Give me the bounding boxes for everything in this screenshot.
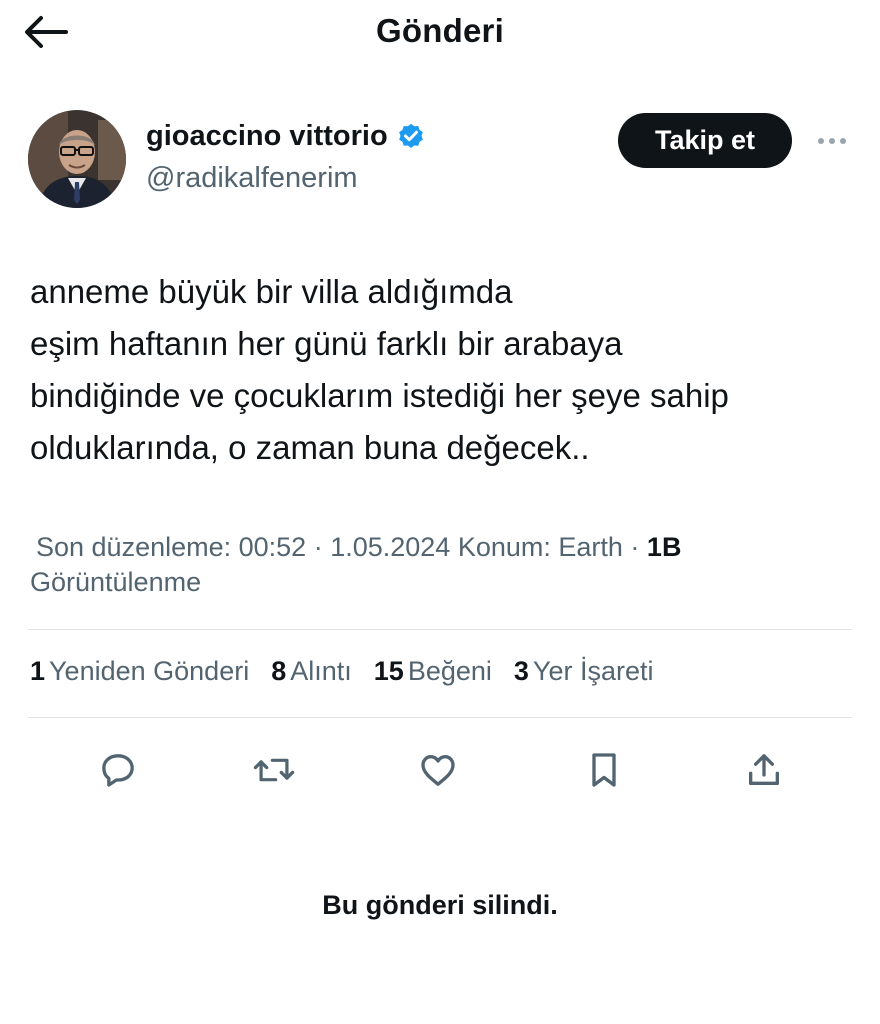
- stat-quotes[interactable]: 8 Alıntı: [271, 656, 352, 687]
- tweet-line: bindiğinde ve çocuklarım istediği her şe…: [30, 377, 729, 414]
- bookmark-button[interactable]: [578, 744, 630, 796]
- bookmark-icon: [592, 753, 616, 787]
- more-options-button[interactable]: [810, 126, 854, 156]
- retweet-icon: [253, 758, 295, 782]
- like-icon: [421, 755, 455, 786]
- views-count: 1B: [646, 532, 682, 562]
- retweet-button[interactable]: [248, 744, 300, 796]
- avatar[interactable]: [28, 110, 126, 208]
- stat-likes[interactable]: 15 Beğeni: [374, 656, 492, 687]
- profile-photo: [28, 110, 126, 208]
- follow-button[interactable]: Takip et: [618, 113, 792, 168]
- share-button[interactable]: [738, 744, 790, 796]
- like-button[interactable]: [412, 744, 464, 796]
- reply-button[interactable]: [92, 744, 144, 796]
- author-name-row[interactable]: gioaccino vittorio: [146, 120, 426, 153]
- share-icon: [749, 754, 779, 785]
- stat-bookmarks[interactable]: 3 Yer İşareti: [514, 656, 654, 687]
- author-handle[interactable]: @radikalfenerim: [146, 162, 358, 195]
- edited-timestamp[interactable]: Son düzenleme: 00:52 · 1.05.2024: [36, 532, 450, 562]
- page-title: Gönderi: [376, 12, 504, 49]
- stat-reposts[interactable]: 1 Yeniden Gönderi: [30, 656, 249, 687]
- author-name: gioaccino vittorio: [146, 120, 388, 152]
- divider: [28, 717, 852, 718]
- more-horizontal-icon: [818, 138, 846, 144]
- divider: [28, 629, 852, 630]
- verified-badge-icon: [398, 123, 423, 148]
- tweet-line: anneme büyük bir villa aldığımda: [30, 273, 513, 310]
- engagement-stats: 1 Yeniden Gönderi 8 Alıntı 15 Beğeni 3 Yer İ…: [30, 656, 654, 687]
- top-bar: Gönderi: [0, 0, 880, 64]
- deleted-notice: Bu gönderi silindi.: [322, 890, 558, 920]
- tweet-meta: Son düzenleme: 00:52 · 1.05.2024 Konum: …: [30, 530, 830, 600]
- tweet-text: anneme büyük bir villa aldığımda eşim ha…: [30, 266, 850, 474]
- tweet-line: eşim haftanın her günü farklı bir arabay…: [30, 325, 623, 362]
- location: Konum: Earth ·: [457, 532, 640, 562]
- tweet-line: olduklarında, o zaman buna değecek..: [30, 429, 590, 466]
- reply-icon: [102, 754, 134, 787]
- views-label: Görüntülenme: [30, 567, 202, 597]
